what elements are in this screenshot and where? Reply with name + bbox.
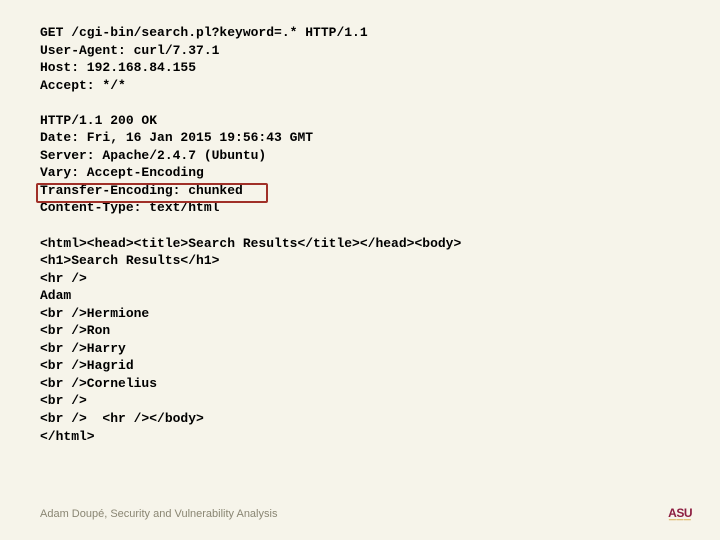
code-line: <html><head><title>Search Results</title… bbox=[40, 236, 461, 251]
logo-bottom: ——— bbox=[669, 518, 692, 524]
http-code-block: GET /cgi-bin/search.pl?keyword=.* HTTP/1… bbox=[40, 24, 461, 445]
code-line: Vary: Accept-Encoding bbox=[40, 165, 204, 180]
code-line: Date: Fri, 16 Jan 2015 19:56:43 GMT bbox=[40, 130, 313, 145]
code-line: Accept: */* bbox=[40, 78, 126, 93]
asu-logo: ASU ——— bbox=[668, 508, 692, 524]
code-line: <br />Cornelius bbox=[40, 376, 157, 391]
code-line: <br />Ron bbox=[40, 323, 110, 338]
footer-credit: Adam Doupé, Security and Vulnerability A… bbox=[40, 508, 277, 520]
code-line: HTTP/1.1 200 OK bbox=[40, 113, 157, 128]
code-line: User-Agent: curl/7.37.1 bbox=[40, 43, 219, 58]
code-line: <br />Hermione bbox=[40, 306, 149, 321]
code-line: <br /> bbox=[40, 393, 87, 408]
code-line: <hr /> bbox=[40, 271, 87, 286]
code-line: <br />Harry bbox=[40, 341, 126, 356]
code-line: GET /cgi-bin/search.pl?keyword=.* HTTP/1… bbox=[40, 25, 368, 40]
code-line: Adam bbox=[40, 288, 71, 303]
highlight-box-transfer-encoding bbox=[36, 183, 268, 203]
code-line: <h1>Search Results</h1> bbox=[40, 253, 219, 268]
code-line: <br /> <hr /></body> bbox=[40, 411, 204, 426]
code-line: </html> bbox=[40, 429, 95, 444]
code-line: <br />Hagrid bbox=[40, 358, 134, 373]
code-line: Host: 192.168.84.155 bbox=[40, 60, 196, 75]
code-line: Server: Apache/2.4.7 (Ubuntu) bbox=[40, 148, 266, 163]
